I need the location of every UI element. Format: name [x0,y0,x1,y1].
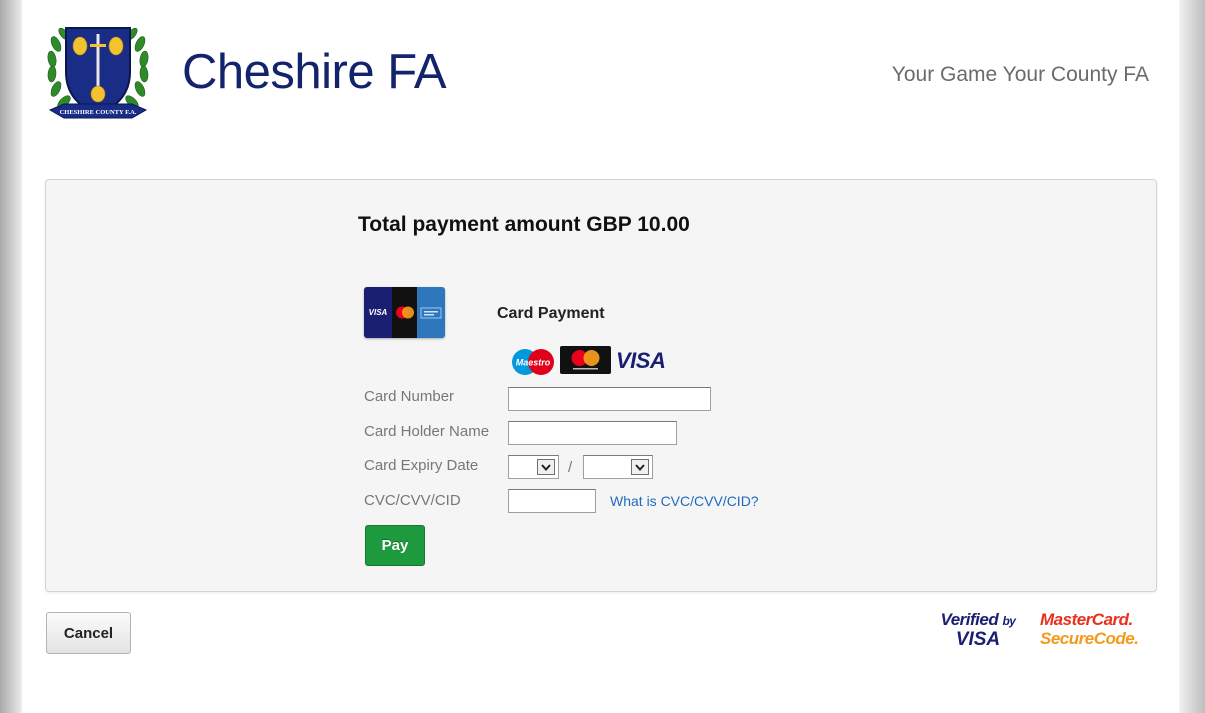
tagline: Your Game Your County FA [891,63,1149,86]
background-edge-left [0,0,22,713]
card-payment-method-icon[interactable]: VISA [364,287,445,338]
chevron-down-icon [631,459,649,475]
mastercard-securecode-logo: MasterCard. SecureCode. [1040,611,1140,651]
card-expiry-label: Card Expiry Date [364,457,479,474]
pay-button[interactable]: Pay [365,525,425,566]
cheshire-crest-icon: CHESHIRE COUNTY F.A. [47,27,149,119]
cvc-help-link[interactable]: What is CVC/CVV/CID? [610,493,759,509]
cvc-input[interactable] [508,489,596,513]
card-holder-input[interactable] [508,421,677,445]
cvc-label: CVC/CVV/CID [364,492,461,509]
org-name: Cheshire FA [182,45,447,99]
maestro-icon: Maestro [512,349,554,375]
expiry-month-select[interactable] [508,455,559,479]
expiry-separator: / [568,459,573,476]
securecode-text: SecureCode. [1040,629,1139,648]
expiry-year-select[interactable] [583,455,653,479]
payment-page: CHESHIRE COUNTY F.A. Cheshire FA Your Ga… [22,0,1179,713]
payment-panel: Total payment amount GBP 10.00 VISA Card… [45,179,1157,592]
site-header: CHESHIRE COUNTY F.A. Cheshire FA Your Ga… [22,0,1179,140]
background-edge-right [1179,0,1205,713]
visa-icon: VISA [364,287,392,338]
verified-visa-text: VISA [955,629,1001,650]
cancel-button[interactable]: Cancel [46,612,131,654]
amex-icon [417,287,445,338]
card-payment-label: Card Payment [497,305,605,322]
card-number-input[interactable] [508,387,711,411]
mastercard-text: MasterCard. [1040,610,1133,629]
card-holder-label: Card Holder Name [364,423,490,440]
mastercard-logo-icon [560,346,611,374]
visa-logo-icon: VISA [616,348,666,373]
card-number-label: Card Number [364,388,455,405]
verified-by-visa-logo: Verified by VISA [932,611,1024,651]
mastercard-icon [392,287,417,338]
total-amount: Total payment amount GBP 10.00 [358,213,690,236]
verified-by-text: by [1002,614,1016,628]
maestro-text: Maestro [516,358,551,368]
verified-text: Verified [940,610,999,629]
chevron-down-icon [537,459,555,475]
crest-caption: CHESHIRE COUNTY F.A. [60,109,137,116]
